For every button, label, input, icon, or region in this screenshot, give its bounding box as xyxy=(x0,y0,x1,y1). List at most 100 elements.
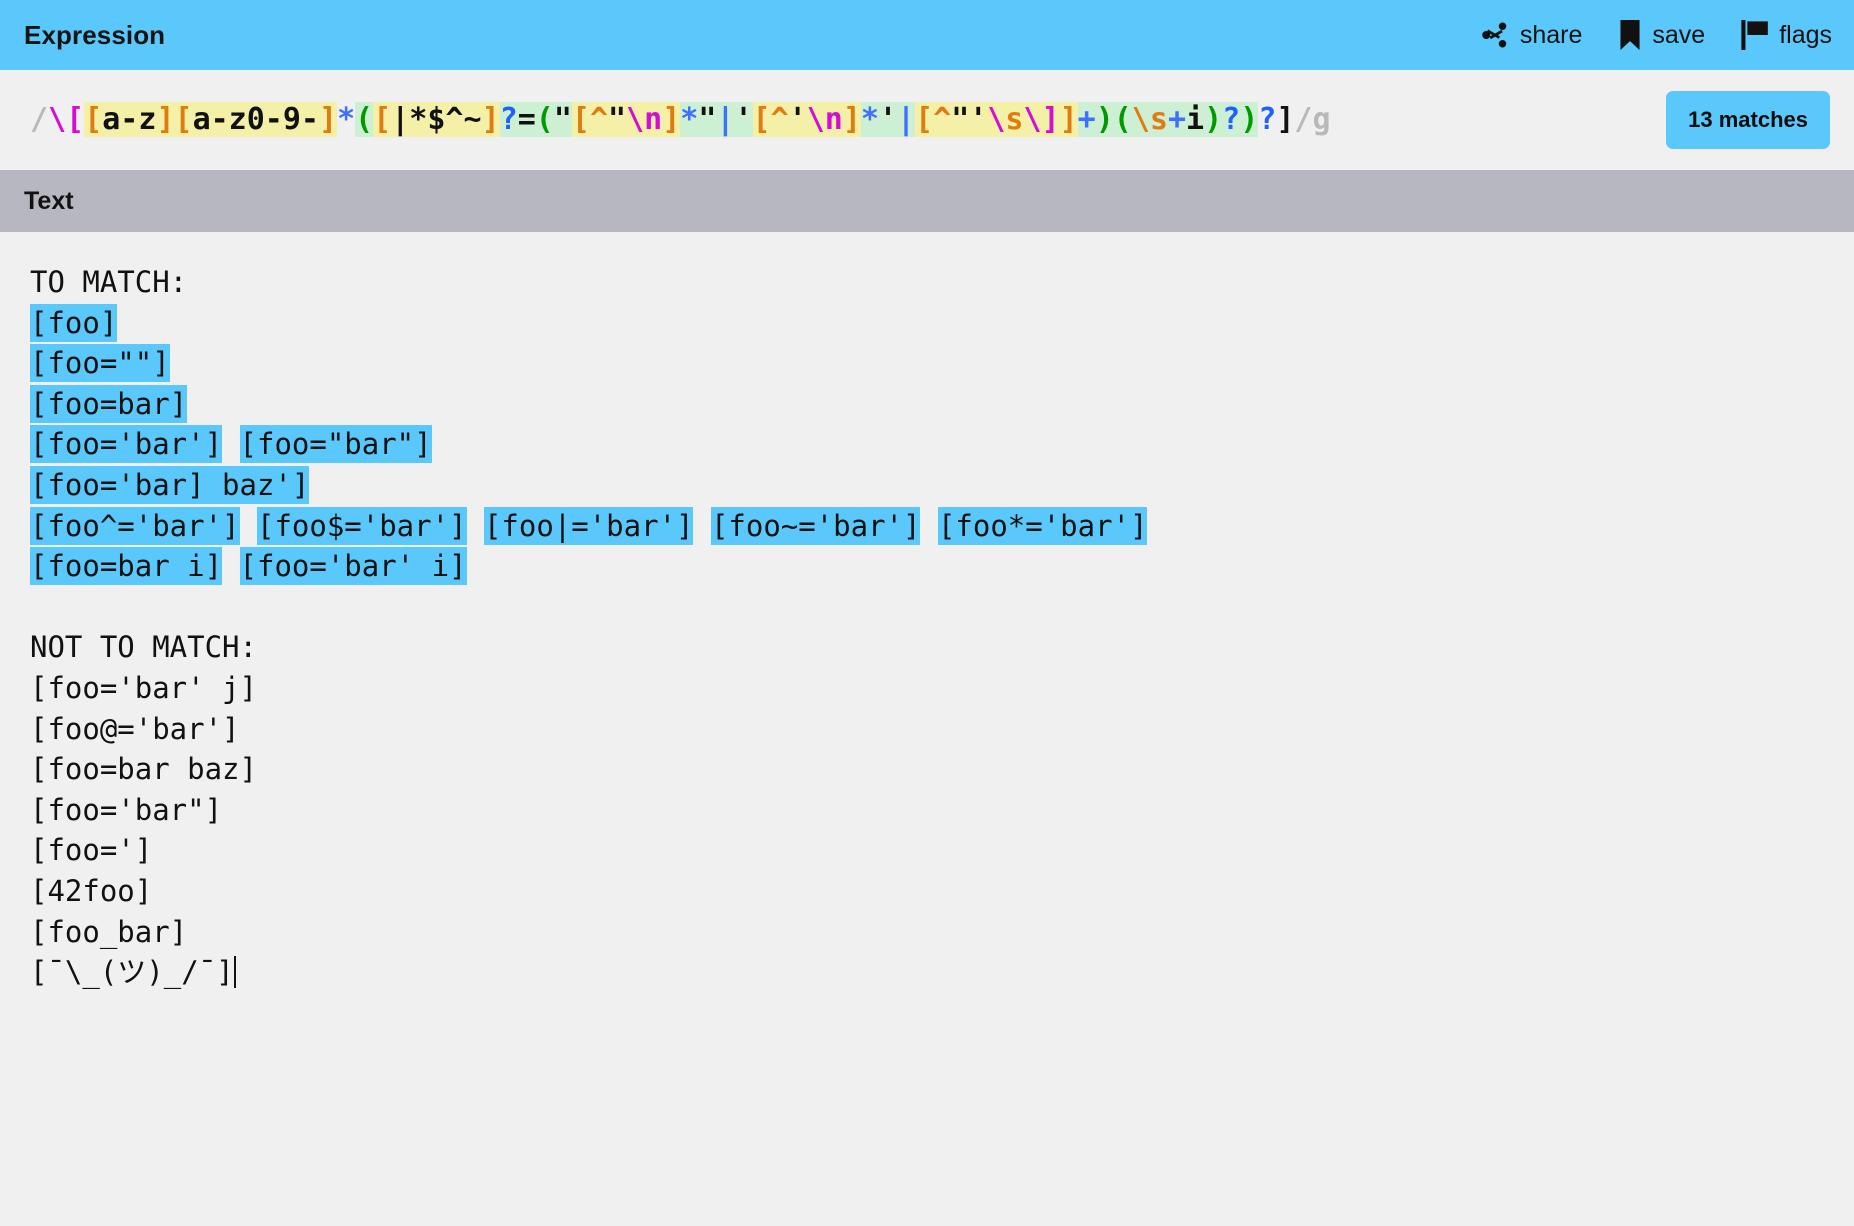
text-line: [foo] xyxy=(30,303,1854,344)
text-segment xyxy=(222,427,239,461)
match-highlight: [foo] xyxy=(30,303,118,342)
regex-token-12: |*$^~ xyxy=(391,102,482,137)
regex-token-7: a-z0-9- xyxy=(192,102,319,137)
regex-token-36: ^ xyxy=(933,102,952,137)
text-segment xyxy=(920,509,937,543)
text-line: [foo=bar baz] xyxy=(30,749,1854,790)
text-line: [¯\_(ツ)_/¯] xyxy=(30,952,1854,993)
regex-token-13: ] xyxy=(481,102,500,137)
match-highlight: [foo*='bar'] xyxy=(937,506,1148,545)
regex-token-32: * xyxy=(860,102,879,137)
regex-token-39: s xyxy=(1005,102,1024,137)
text-line: [foo=""] xyxy=(30,343,1854,384)
flag-icon xyxy=(1741,20,1769,50)
regex-token-52: ? xyxy=(1258,102,1277,137)
regex-token-50: ? xyxy=(1222,102,1241,137)
regex-token-25: | xyxy=(716,102,735,137)
regex-token-49: ) xyxy=(1204,102,1223,137)
flags-label: flags xyxy=(1779,20,1832,49)
text-segment xyxy=(467,509,484,543)
regex-token-16: ( xyxy=(535,102,554,137)
regex-token-51: ) xyxy=(1240,102,1259,137)
regex-token-4: a-z xyxy=(102,102,157,137)
match-highlight: [foo="bar"] xyxy=(239,425,432,464)
text-line: NOT TO MATCH: xyxy=(30,627,1854,668)
match-highlight: [foo='bar] baz'] xyxy=(30,465,310,504)
page-title: Expression xyxy=(24,19,166,50)
text-line xyxy=(30,587,1854,628)
text-input-area[interactable]: TO MATCH: [foo] [foo=""] [foo=bar] [foo='bar… xyxy=(0,232,1854,1226)
match-highlight: [foo='bar'] xyxy=(30,425,223,464)
match-highlight: [foo$='bar'] xyxy=(256,506,467,545)
regex-token-6: [ xyxy=(174,102,193,137)
regex-token-17: " xyxy=(553,102,572,137)
match-highlight: [foo=""] xyxy=(30,344,170,383)
regex-token-27: [ xyxy=(752,102,771,137)
regex-token-22: ] xyxy=(662,102,681,137)
regex-token-23: * xyxy=(680,102,699,137)
text-line: [foo='bar'] [foo="bar"] xyxy=(30,424,1854,465)
regex-token-2: [ xyxy=(66,102,85,137)
regex-token-35: [ xyxy=(915,102,934,137)
share-button[interactable]: share xyxy=(1480,20,1583,50)
share-label: share xyxy=(1519,20,1583,49)
text-line: TO MATCH: xyxy=(30,262,1854,303)
regex-input[interactable]: /\[[a-z][a-z0-9-]*([|*$^~]?=("[^"\n]*"|'… xyxy=(30,98,1642,142)
regex-token-54: / xyxy=(1294,102,1313,137)
regex-token-14: ? xyxy=(499,102,518,137)
text-segment: [foo@='bar'] xyxy=(30,711,240,746)
regex-token-10: ( xyxy=(355,102,374,137)
match-count-badge[interactable]: 13 matches xyxy=(1666,91,1830,149)
match-highlight: [foo=bar] xyxy=(30,384,188,423)
header-actions: share save flags xyxy=(1480,20,1832,50)
save-button[interactable]: save xyxy=(1618,20,1705,50)
text-line: [foo@='bar'] xyxy=(30,709,1854,750)
regex-token-30: \n xyxy=(806,102,843,137)
text-segment: [foo='] xyxy=(30,833,153,868)
text-section-header: Text xyxy=(0,170,1854,232)
text-line: [42foo] xyxy=(30,871,1854,912)
regex-token-9: * xyxy=(337,102,356,137)
match-highlight: [foo=bar i] xyxy=(30,547,223,586)
regex-token-38: \ xyxy=(987,102,1006,137)
text-line: [foo='] xyxy=(30,830,1854,871)
regex-token-29: ' xyxy=(788,102,807,137)
regex-token-37: "' xyxy=(951,102,988,137)
flags-button[interactable]: flags xyxy=(1741,20,1832,50)
text-segment: [foo_bar] xyxy=(30,914,188,949)
regex-token-15: = xyxy=(517,102,536,137)
expression-input-row: /\[[a-z][a-z0-9-]*([|*$^~]?=("[^"\n]*"|'… xyxy=(0,70,1854,170)
regex-token-43: ) xyxy=(1095,102,1114,137)
regex-token-28: ^ xyxy=(770,102,789,137)
regex-token-24: " xyxy=(698,102,717,137)
regex-token-3: [ xyxy=(84,102,103,137)
regex-token-31: ] xyxy=(842,102,861,137)
text-segment: TO MATCH: xyxy=(30,265,188,299)
regex-token-45: \ xyxy=(1131,102,1150,137)
text-segment xyxy=(693,509,710,543)
regex-token-18: [ xyxy=(571,102,590,137)
text-segment: [foo=bar baz] xyxy=(30,752,257,787)
save-label: save xyxy=(1652,20,1706,49)
regex-token-42: + xyxy=(1077,102,1096,137)
text-line: [foo=bar] xyxy=(30,384,1854,425)
match-highlight: [foo|='bar'] xyxy=(483,506,694,545)
regex-token-8: ] xyxy=(319,102,338,137)
match-highlight: [foo~='bar'] xyxy=(710,506,921,545)
regex-token-44: ( xyxy=(1113,102,1132,137)
regex-token-34: | xyxy=(897,102,916,137)
share-icon xyxy=(1480,20,1510,50)
regex-token-5: ] xyxy=(156,102,175,137)
regex-token-19: ^ xyxy=(589,102,608,137)
text-section-title: Text xyxy=(24,186,74,215)
regex-token-53: ] xyxy=(1276,102,1295,137)
match-highlight: [foo^='bar'] xyxy=(30,506,240,545)
text-segment: [foo='bar"] xyxy=(30,792,223,827)
text-segment: NOT TO MATCH: xyxy=(30,630,257,665)
text-line: [foo='bar] baz'] xyxy=(30,465,1854,506)
bookmark-save-icon xyxy=(1618,20,1642,50)
text-line: [foo='bar' j] xyxy=(30,668,1854,709)
regex-token-21: \n xyxy=(626,102,663,137)
regex-token-55: g xyxy=(1312,102,1331,137)
text-segment xyxy=(240,509,257,543)
